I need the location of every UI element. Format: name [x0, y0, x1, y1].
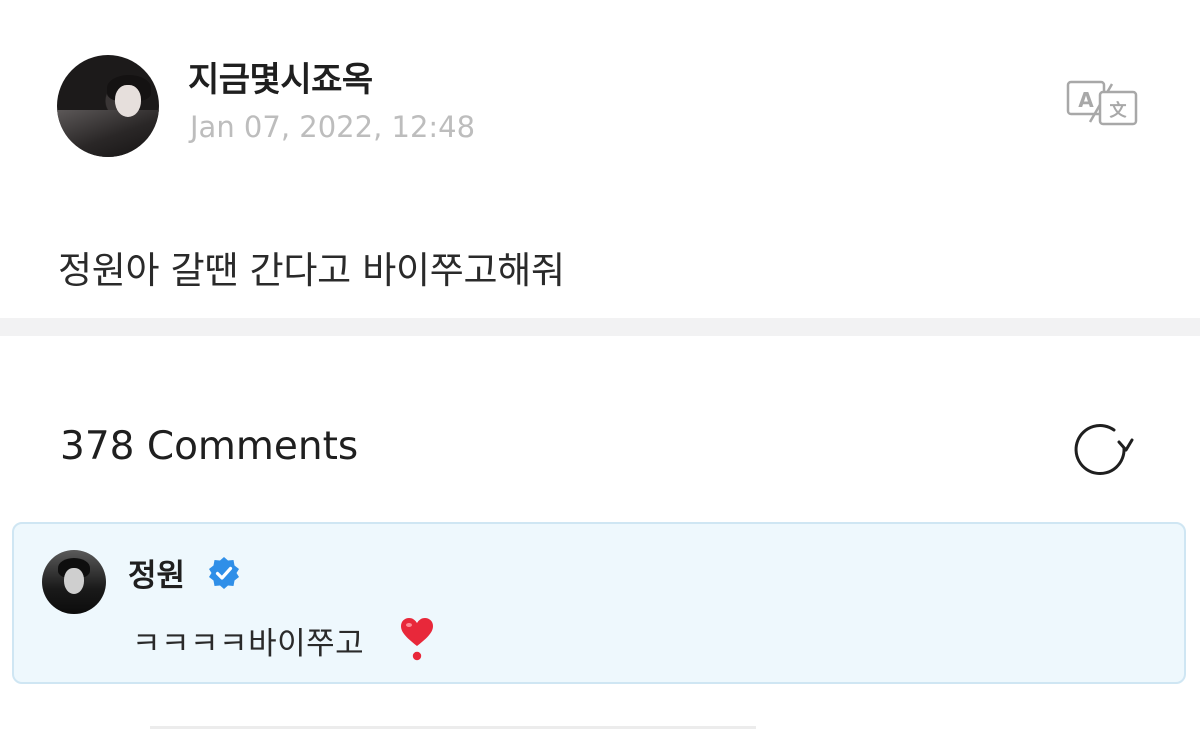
commenter-name[interactable]: 정원 — [128, 550, 185, 595]
comments-count-label: 378 Comments — [60, 424, 359, 469]
verified-badge-icon — [207, 556, 241, 590]
post-body-text: 정원아 갈땐 간다고 바이쭈고해줘 — [58, 249, 565, 292]
post-timestamp: Jan 07, 2022, 12:48 — [190, 110, 476, 144]
svg-text:A: A — [1078, 88, 1094, 112]
heart-exclamation-icon — [398, 616, 436, 662]
svg-text:文: 文 — [1110, 100, 1128, 121]
list-separator — [150, 726, 756, 729]
avatar-shape — [115, 85, 141, 117]
avatar-shape — [64, 568, 84, 594]
comment-text: ㅋㅋㅋㅋ바이쭈고 — [132, 626, 365, 662]
refresh-icon — [1074, 424, 1134, 475]
translate-icon: A 文 — [1066, 80, 1138, 126]
refresh-button[interactable] — [1070, 418, 1134, 482]
section-divider — [0, 318, 1200, 336]
post-detail-page: 지금몇시죠옥 Jan 07, 2022, 12:48 A 文 정원아 갈땐 간다… — [0, 0, 1200, 730]
author-avatar[interactable] — [57, 55, 159, 157]
avatar-shape — [57, 110, 159, 157]
highlighted-comment[interactable]: 정원 ㅋㅋㅋㅋ바이쭈고 — [12, 522, 1186, 684]
translate-button[interactable]: A 文 — [1064, 78, 1140, 128]
commenter-avatar[interactable] — [42, 550, 106, 614]
post-author-name[interactable]: 지금몇시죠옥 — [188, 52, 373, 101]
